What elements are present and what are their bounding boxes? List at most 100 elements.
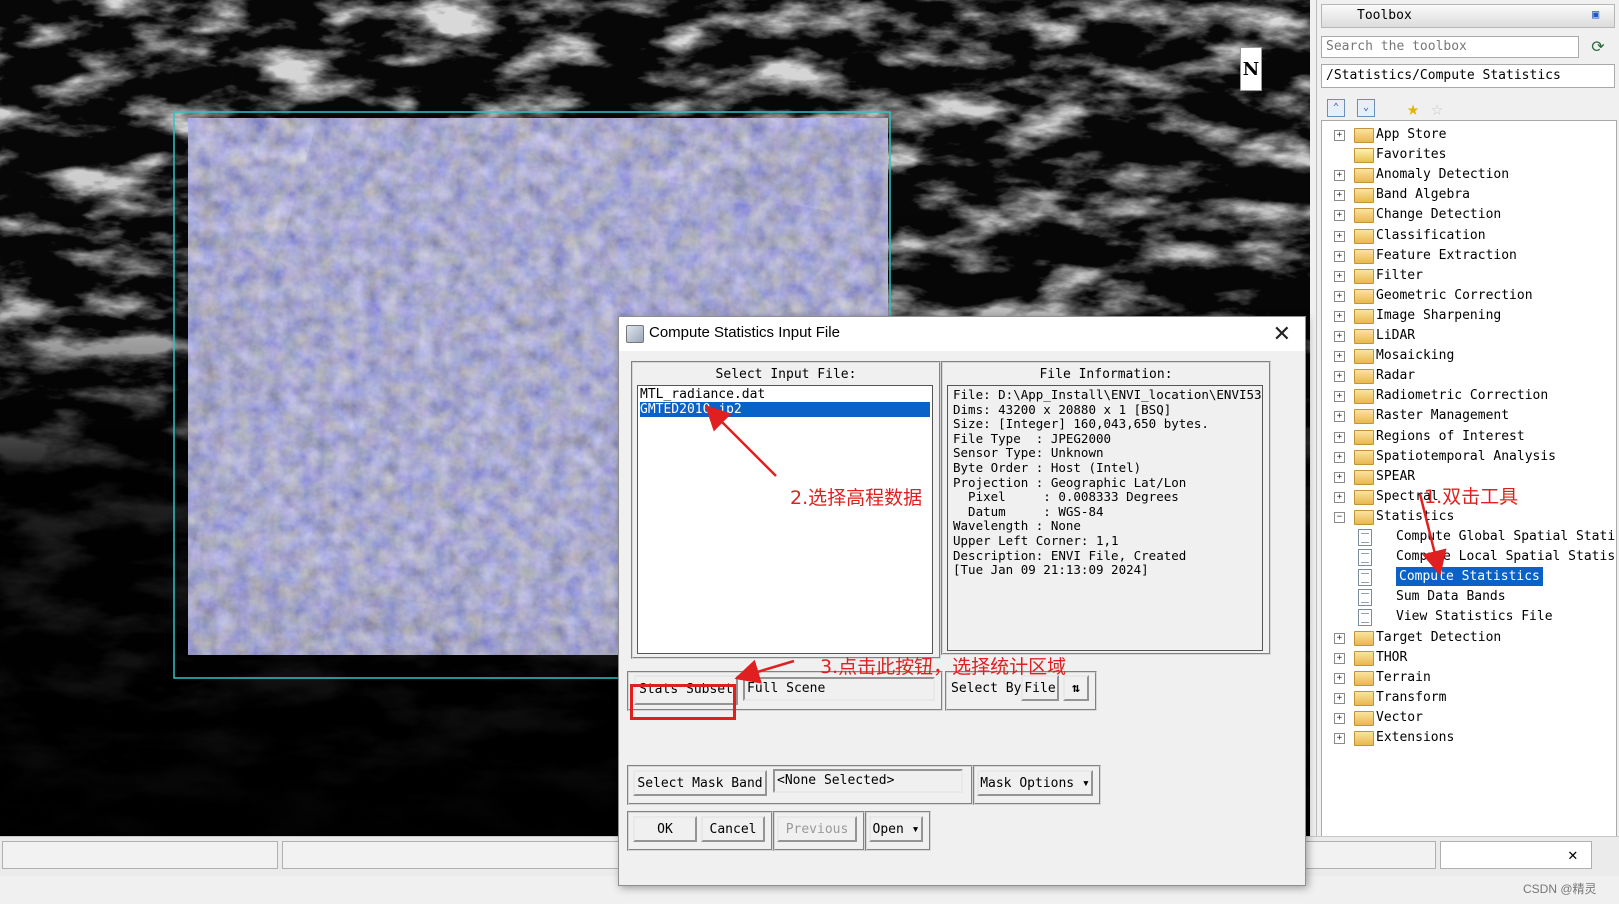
select-mask-band-button[interactable]: Select Mask Band (633, 770, 767, 796)
expand-icon[interactable]: + (1334, 270, 1345, 282)
mask-options-label: Mask Options (980, 776, 1075, 791)
expand-icon[interactable]: + (1334, 391, 1345, 403)
tree-folder-item[interactable]: SPEAR (1376, 467, 1415, 486)
file-info-line: Dims: 43200 x 20880 x 1 [BSQ] (953, 401, 1172, 417)
toolbox-path: /Statistics/Compute Statistics (1321, 64, 1615, 88)
tree-folder-item[interactable]: Mosaicking (1376, 346, 1454, 365)
ok-button[interactable]: OK (633, 816, 697, 842)
expand-icon[interactable]: + (1334, 351, 1345, 363)
folder-icon (1354, 429, 1374, 445)
expand-icon[interactable]: + (1334, 411, 1345, 423)
dock-icon[interactable]: ▣ (1592, 7, 1610, 23)
tree-folder-item[interactable]: THOR (1376, 648, 1407, 667)
tree-folder-item[interactable]: Radar (1376, 366, 1415, 385)
tree-folder-item[interactable]: Terrain (1376, 668, 1431, 687)
folder-icon (1354, 308, 1374, 324)
tool-icon (1358, 589, 1372, 607)
expand-icon[interactable]: + (1334, 672, 1345, 684)
expand-icon[interactable]: + (1334, 471, 1345, 483)
expand-icon[interactable]: + (1334, 250, 1345, 262)
tree-folder-item[interactable]: Image Sharpening (1376, 306, 1501, 325)
folder-icon (1354, 630, 1374, 646)
tree-folder-item[interactable]: Regions of Interest (1376, 427, 1525, 446)
previous-button[interactable]: Previous (777, 816, 857, 842)
expand-icon[interactable]: + (1334, 210, 1345, 222)
expand-icon[interactable]: + (1334, 331, 1345, 342)
tree-folder-item[interactable]: Target Detection (1376, 628, 1501, 647)
tree-folder-item[interactable]: Filter (1376, 266, 1423, 285)
tree-folder-item[interactable]: Radiometric Correction (1376, 386, 1548, 405)
tree-folder-item[interactable]: Spatiotemporal Analysis (1376, 447, 1556, 466)
tree-tool-item[interactable]: Compute Statistics (1396, 567, 1543, 587)
expand-icon[interactable]: + (1334, 371, 1345, 383)
favorites-folder-icon (1354, 148, 1374, 164)
dropdown-arrow-icon: ▾ (1074, 776, 1090, 791)
add-favorite-star-icon[interactable]: ★ (1407, 96, 1419, 120)
toolbox-title: Toolbox (1357, 8, 1412, 23)
open-dropdown[interactable]: Open ▾ (869, 816, 923, 842)
annotation-step-1: 1.双击工具 (1424, 486, 1519, 508)
tree-folder-item[interactable]: Favorites (1376, 145, 1446, 164)
tree-folder-item[interactable]: Statistics (1376, 507, 1454, 526)
expand-icon[interactable]: + (1334, 712, 1345, 724)
folder-icon (1354, 329, 1374, 344)
close-icon[interactable]: ✕ (1568, 845, 1578, 864)
expand-icon[interactable]: + (1334, 451, 1345, 463)
tree-tool-item[interactable]: View Statistics File (1396, 607, 1553, 626)
file-info-line: [Tue Jan 09 21:13:09 2024] (953, 562, 1149, 578)
file-info-line: Datum : WGS-84 (953, 503, 1104, 519)
expand-icon[interactable]: + (1334, 290, 1345, 302)
expand-icon[interactable]: + (1334, 190, 1345, 202)
tree-folder-item[interactable]: Feature Extraction (1376, 246, 1517, 265)
file-info-line: Byte Order : Host (Intel) (953, 460, 1142, 475)
expand-icon[interactable]: + (1334, 130, 1345, 141)
tree-folder-item[interactable]: LiDAR (1376, 326, 1415, 345)
tree-tool-item[interactable]: Compute Global Spatial Stati (1396, 527, 1615, 546)
file-list-item[interactable]: MTL_radiance.dat (640, 387, 765, 402)
expand-icon[interactable]: + (1334, 230, 1345, 242)
toolbox-panel: Toolbox ▣ Search the toolbox ⟳ /Statisti… (1316, 0, 1619, 866)
folder-icon (1354, 731, 1374, 746)
tree-folder-item[interactable]: Transform (1376, 688, 1446, 707)
tree-folder-item[interactable]: Anomaly Detection (1376, 165, 1509, 184)
tree-folder-item[interactable]: App Store (1376, 125, 1446, 144)
tree-folder-item[interactable]: Change Detection (1376, 205, 1501, 224)
watermark: CSDN @精灵 (1523, 882, 1597, 896)
file-info-line: Wavelength : None (953, 518, 1081, 534)
folder-icon (1354, 489, 1374, 505)
mask-options-dropdown[interactable]: Mask Options ▾ (977, 770, 1093, 796)
cancel-button[interactable]: Cancel (701, 816, 765, 842)
mask-value-field: <None Selected> (773, 769, 963, 793)
folder-icon (1354, 188, 1374, 204)
tree-folder-item[interactable]: Extensions (1376, 728, 1454, 747)
expand-icon[interactable]: + (1334, 733, 1345, 744)
refresh-icon[interactable]: ⟳ (1587, 36, 1609, 58)
tree-folder-item[interactable]: Vector (1376, 708, 1423, 727)
expand-icon[interactable]: + (1334, 632, 1345, 644)
expand-icon[interactable]: + (1334, 170, 1345, 182)
collapse-icon[interactable]: − (1334, 511, 1345, 523)
expand-icon[interactable]: + (1334, 692, 1345, 704)
input-file-list[interactable]: MTL_radiance.dat GMTED2010.jp2 (637, 385, 933, 654)
expand-icon[interactable]: + (1334, 652, 1345, 664)
toolbox-search-input[interactable]: Search the toolbox (1321, 36, 1579, 58)
folder-icon (1354, 389, 1374, 405)
folder-icon (1354, 268, 1374, 284)
annotation-step-2: 2.选择高程数据 (790, 487, 923, 509)
expand-icon[interactable]: + (1334, 431, 1345, 443)
file-list-item-selected[interactable]: GMTED2010.jp2 (640, 402, 930, 417)
sort-icon[interactable]: ⇅ (1063, 675, 1089, 701)
tree-folder-item[interactable]: Geometric Correction (1376, 286, 1533, 305)
file-info-line: Upper Left Corner: 1,1 (953, 533, 1119, 548)
tree-tool-item[interactable]: Compute Local Spatial Statis (1396, 547, 1615, 566)
collapse-all-icon[interactable]: ⌃ (1327, 99, 1345, 117)
tree-folder-item[interactable]: Band Algebra (1376, 185, 1470, 204)
expand-all-icon[interactable]: ⌄ (1357, 99, 1375, 117)
tree-folder-item[interactable]: Classification (1376, 226, 1486, 245)
tree-tool-item[interactable]: Sum Data Bands (1396, 587, 1506, 606)
close-icon[interactable]: ✕ (1273, 321, 1291, 347)
expand-icon[interactable]: + (1334, 491, 1345, 503)
tree-folder-item[interactable]: Raster Management (1376, 406, 1509, 425)
expand-icon[interactable]: + (1334, 310, 1345, 322)
remove-favorite-star-icon[interactable]: ☆ (1431, 96, 1443, 120)
